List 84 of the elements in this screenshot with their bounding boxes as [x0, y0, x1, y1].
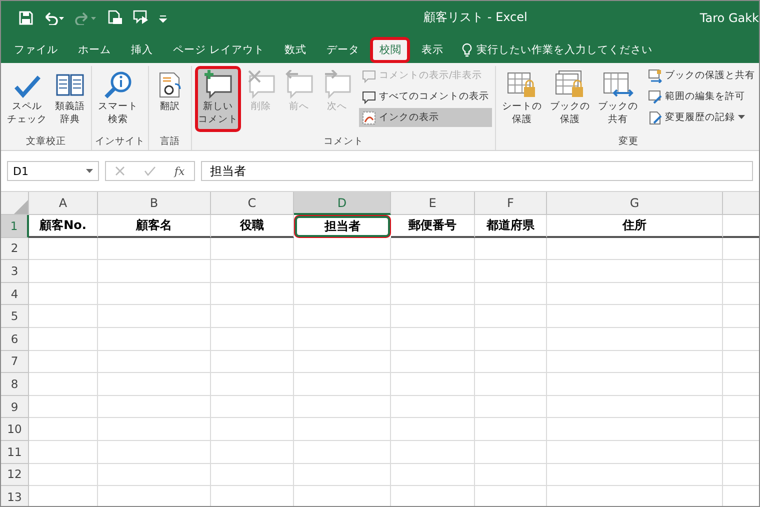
ink-icon	[362, 110, 376, 124]
edit-range-icon	[648, 90, 662, 104]
delete-comment-icon	[246, 70, 276, 100]
ribbon-tab[interactable]: データ	[317, 37, 368, 63]
ribbon-tab[interactable]: ホーム	[69, 37, 120, 63]
row-header[interactable]: 4	[1, 282, 29, 306]
table-cell[interactable]: 顧客No.	[29, 215, 98, 238]
ribbon-tab[interactable]: 校閲	[370, 37, 410, 63]
group-label: 変更	[618, 135, 640, 149]
ribbon-button[interactable]: ブックの 共有	[595, 66, 641, 132]
column-header[interactable]: D	[294, 192, 391, 215]
table-cell[interactable]: 郵便番号	[391, 215, 475, 238]
column-header-area	[723, 192, 759, 215]
save-icon[interactable]	[19, 10, 33, 24]
new-comment-icon	[203, 70, 233, 100]
next-comment-icon	[322, 70, 352, 100]
ribbon-button[interactable]: スマート 検索	[95, 66, 141, 132]
ribbon-button[interactable]: すべてのコメントの表示	[359, 87, 492, 106]
row-header[interactable]: 6	[1, 328, 29, 351]
ribbon-button[interactable]: 新しい コメント	[195, 66, 241, 132]
select-all-button[interactable]	[1, 192, 29, 215]
table-cell[interactable]: 担当者	[294, 215, 391, 238]
column-header[interactable]: E	[391, 192, 475, 215]
lightbulb-icon	[462, 43, 472, 57]
ribbon-tab[interactable]: 挿入	[122, 37, 162, 63]
row-header[interactable]: 1	[1, 215, 29, 238]
group-label: インサイト	[95, 135, 145, 149]
insert-function-button[interactable]: fx	[174, 164, 185, 178]
row-header[interactable]: 12	[1, 464, 29, 486]
ribbon-button[interactable]: 類義語 辞典	[52, 66, 88, 132]
touch-mode-icon[interactable]	[133, 10, 149, 25]
cancel-icon	[115, 166, 126, 176]
customize-menu-icon[interactable]	[159, 12, 167, 22]
comment-icon	[362, 68, 376, 82]
ribbon-button[interactable]: ブックの保護と共有	[645, 66, 758, 85]
share-icon	[648, 68, 662, 82]
column-header[interactable]: A	[29, 192, 98, 215]
ribbon-tab[interactable]: ページ レイアウト	[164, 37, 274, 63]
enter-icon	[144, 166, 156, 176]
ribbon-tab[interactable]: 数式	[275, 37, 316, 63]
row-header[interactable]: 11	[1, 440, 29, 464]
column-header[interactable]: B	[98, 192, 211, 215]
search-icon	[103, 70, 133, 100]
ribbon-button[interactable]: ブックの 保護	[547, 66, 593, 132]
window-title: 顧客リスト - Excel	[424, 9, 528, 26]
row-header[interactable]: 5	[1, 305, 29, 328]
group-label: 言語	[159, 135, 181, 149]
row-header[interactable]: 9	[1, 396, 29, 418]
column-header[interactable]: F	[475, 192, 547, 215]
print-preview-icon[interactable]	[107, 10, 123, 25]
protect-sheet-icon	[506, 70, 538, 100]
formula-field[interactable]: 担当者	[201, 161, 753, 181]
ribbon-button[interactable]: インクの表示	[359, 108, 492, 127]
table-cell[interactable]: 住所	[547, 215, 723, 238]
table-cell[interactable]: 顧客名	[98, 215, 211, 238]
ribbon-tab[interactable]: 表示	[412, 37, 452, 63]
ribbon-button[interactable]: シートの 保護	[499, 66, 545, 132]
row-header[interactable]: 7	[1, 350, 29, 374]
ribbon-button[interactable]: スペル チェック	[4, 66, 50, 132]
table-cell[interactable]: 都道府県	[475, 215, 547, 238]
ribbon-tab[interactable]: ファイル	[5, 37, 67, 63]
row-header[interactable]: 10	[1, 418, 29, 441]
table-cell[interactable]: 役職	[211, 215, 294, 238]
column-header[interactable]: C	[211, 192, 294, 215]
row-header[interactable]: 3	[1, 260, 29, 283]
group-label: 文章校正	[25, 135, 67, 149]
ribbon-button[interactable]: 変更履歴の記録	[645, 108, 758, 127]
user-name: Taro Gakk	[700, 10, 759, 24]
redo-icon[interactable]	[75, 10, 97, 24]
protect-workbook-icon	[554, 70, 586, 100]
group-label: コメント	[322, 135, 364, 149]
row-header[interactable]: 8	[1, 373, 29, 396]
ribbon-button[interactable]: 範囲の編集を許可	[645, 87, 758, 106]
previous-comment-icon	[284, 70, 314, 100]
ribbon-button[interactable]: 翻訳	[152, 66, 188, 132]
undo-icon[interactable]	[43, 10, 65, 24]
comment-icon	[362, 90, 376, 104]
row-header[interactable]: 13	[1, 486, 29, 506]
column-header[interactable]: G	[547, 192, 723, 215]
tell-me-field[interactable]: 実行したい作業を入力してください	[462, 37, 652, 63]
name-box[interactable]: D1	[7, 161, 99, 181]
row-header[interactable]: 2	[1, 238, 29, 260]
track-changes-icon	[648, 110, 662, 124]
caret-icon	[86, 168, 93, 174]
